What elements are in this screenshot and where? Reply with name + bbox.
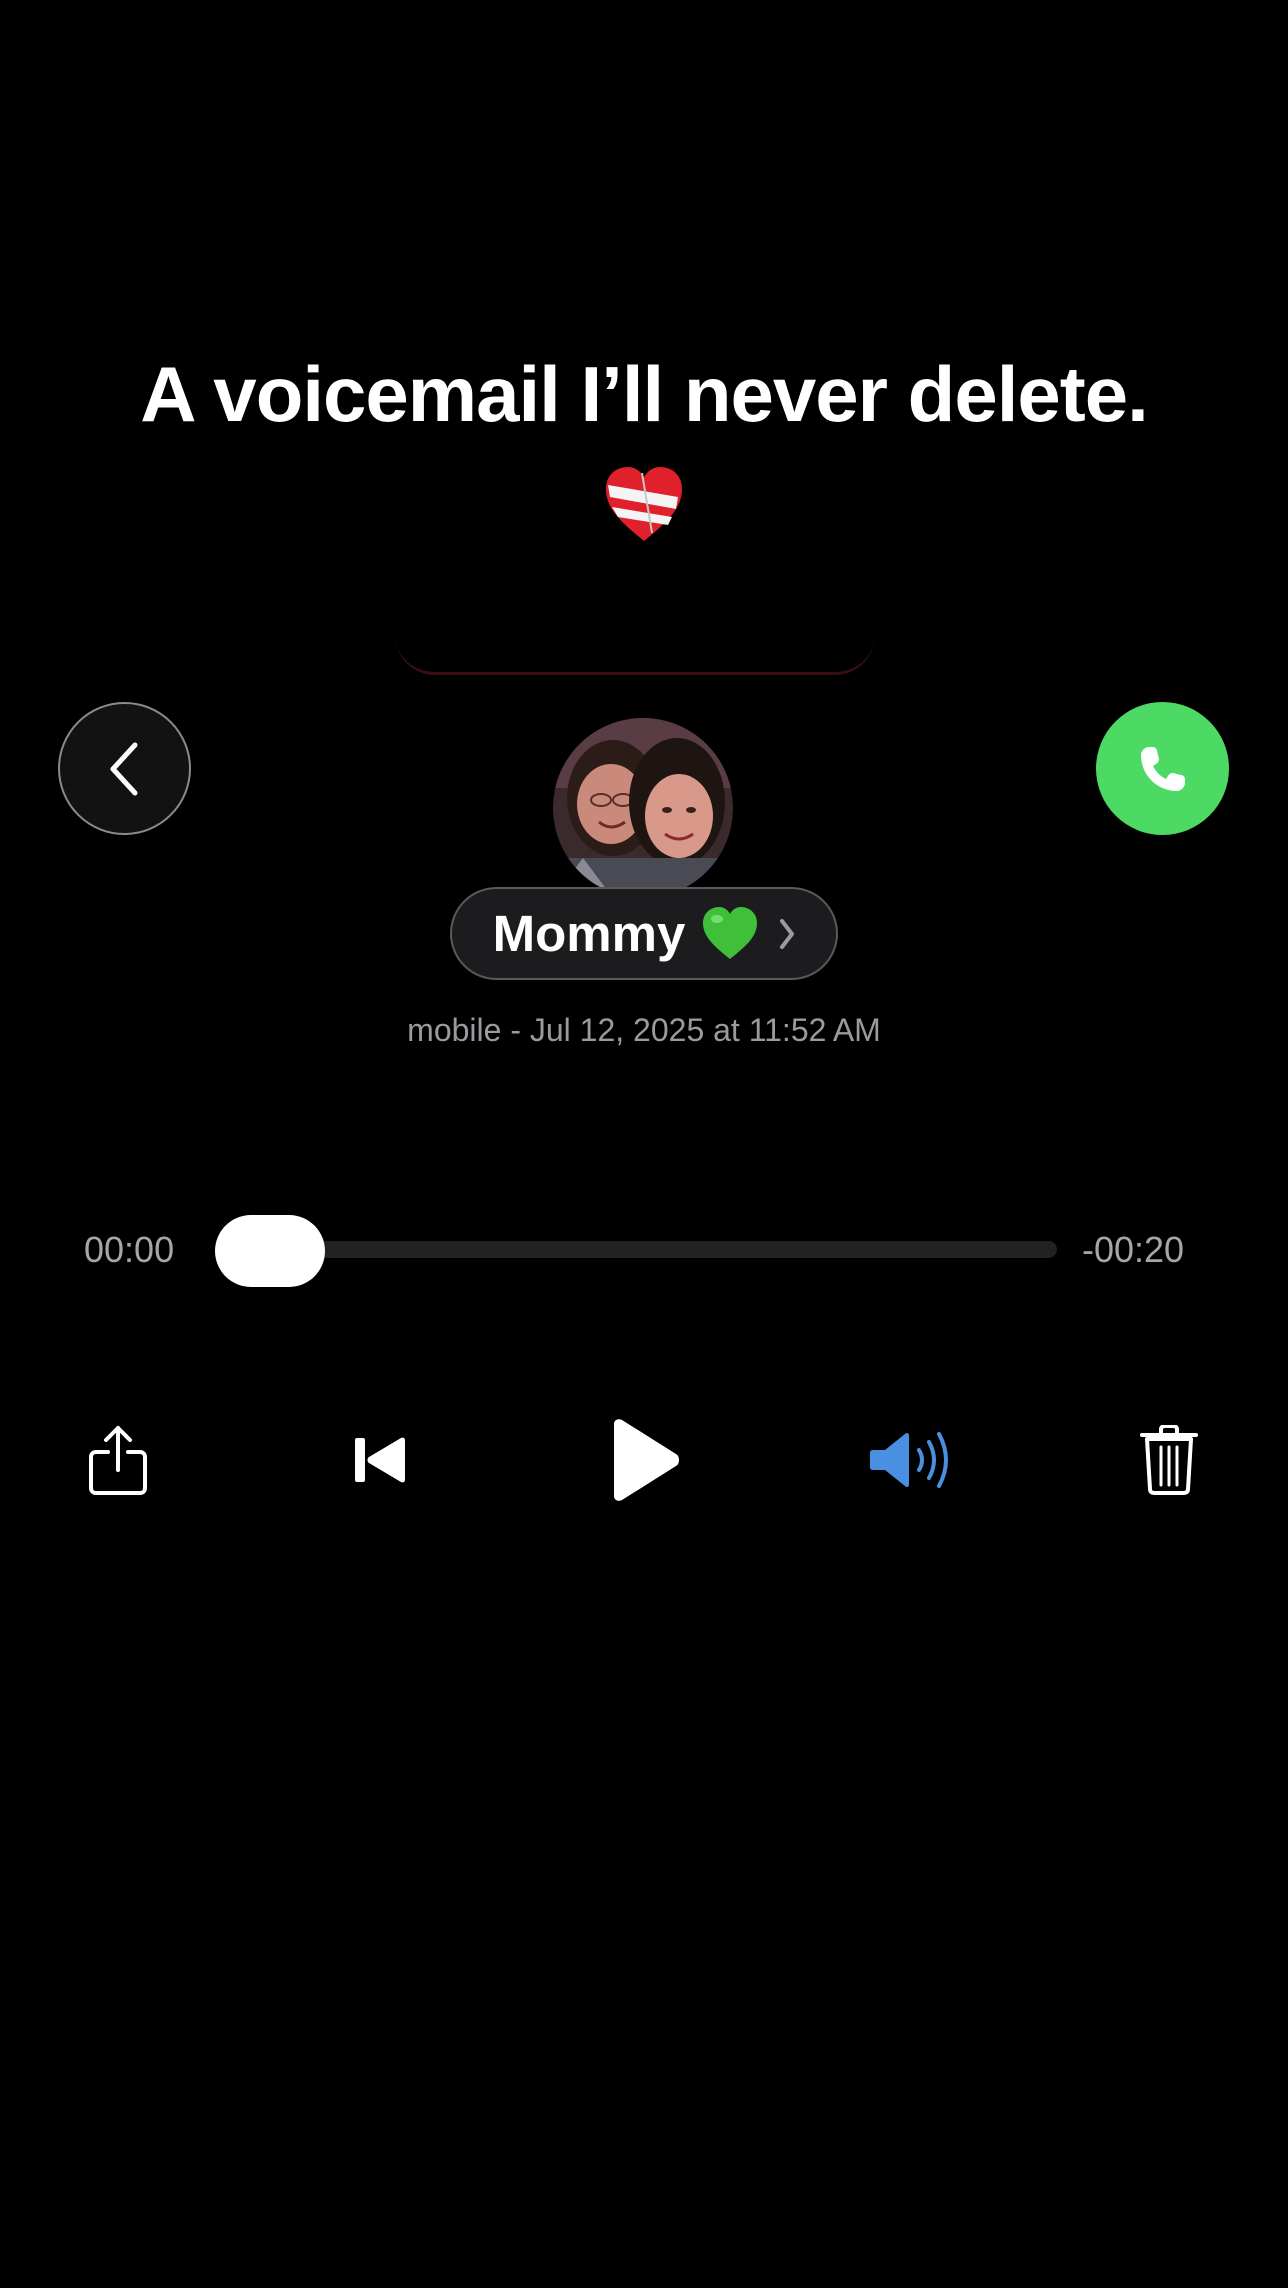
skip-back-icon (355, 1437, 405, 1483)
overlay-caption: A voicemail I’ll never delete. (140, 350, 1149, 438)
mending-heart-icon (606, 467, 682, 541)
voicemail-meta: mobile - Jul 12, 2025 at 11:52 AM (407, 1012, 881, 1048)
call-button[interactable] (1096, 702, 1229, 835)
sheet-edge (395, 600, 875, 675)
play-icon (614, 1419, 679, 1501)
contact-avatar[interactable] (553, 718, 733, 898)
chevron-right-icon (780, 918, 795, 949)
speaker-icon (870, 1432, 948, 1488)
contact-name-button[interactable]: Mommy (450, 887, 838, 980)
share-button[interactable] (78, 1420, 158, 1500)
trash-icon (1140, 1425, 1198, 1495)
scrubber-thumb[interactable] (215, 1215, 325, 1287)
chevron-left-icon (110, 742, 137, 795)
share-icon (89, 1426, 147, 1495)
phone-icon (1140, 746, 1185, 791)
elapsed-time: 00:00 (84, 1229, 175, 1270)
contact-photo (553, 718, 733, 898)
contact-name: Mommy (492, 905, 686, 962)
voicemail-screen: A voicemail I’ll never delete. Mommy mob… (0, 0, 1288, 2288)
speaker-button[interactable] (866, 1420, 958, 1500)
delete-button[interactable] (1129, 1420, 1209, 1500)
green-heart-icon (703, 906, 758, 959)
scrubber-track[interactable] (215, 1241, 1057, 1258)
play-button[interactable] (604, 1419, 684, 1501)
remaining-time: -00:20 (1082, 1229, 1185, 1270)
back-button[interactable] (58, 702, 191, 835)
skip-back-button[interactable] (341, 1420, 421, 1500)
